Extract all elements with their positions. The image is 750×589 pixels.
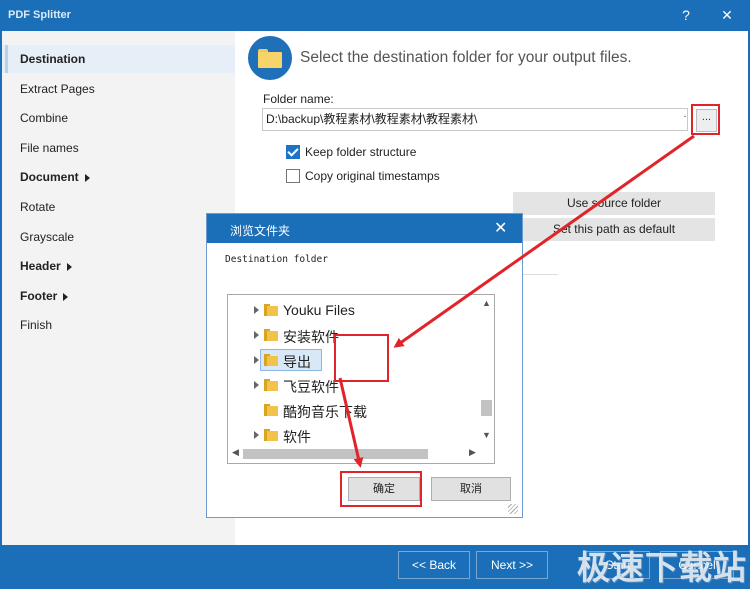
folder-icon bbox=[264, 354, 278, 366]
folder-icon bbox=[248, 36, 292, 80]
folder-name-label: Folder name: bbox=[263, 92, 334, 106]
sidebar-item-document[interactable]: Document bbox=[2, 163, 235, 191]
path-dot-button[interactable]: . bbox=[680, 108, 690, 129]
sidebar-item-label: Document bbox=[20, 170, 79, 184]
tree-item-label: 飞豆软件 bbox=[283, 379, 339, 395]
sidebar-item-finish[interactable]: Finish bbox=[2, 311, 235, 339]
scrollbar-thumb[interactable] bbox=[481, 400, 492, 416]
scroll-right-icon[interactable]: ▶ bbox=[469, 447, 476, 458]
checkbox-checked-icon[interactable] bbox=[286, 145, 300, 159]
sidebar-item-rotate[interactable]: Rotate bbox=[2, 193, 235, 221]
folder-path-field[interactable] bbox=[262, 108, 688, 131]
dialog-title: 浏览文件夹 bbox=[230, 224, 291, 238]
sidebar-item-combine[interactable]: Combine bbox=[2, 104, 235, 132]
window-title: PDF Splitter bbox=[8, 9, 71, 21]
folder-path-input[interactable] bbox=[266, 111, 681, 125]
vertical-scrollbar[interactable]: ▲ ▼ bbox=[479, 296, 494, 446]
dialog-cancel-button[interactable]: 取消 bbox=[431, 477, 511, 501]
sidebar-item-label: Finish bbox=[20, 318, 53, 332]
chevron-right-icon bbox=[66, 262, 72, 271]
sidebar-item-label: Combine bbox=[20, 111, 69, 125]
dialog-label: Destination folder bbox=[225, 254, 328, 265]
folder-icon bbox=[264, 379, 278, 391]
dialog-titlebar: 浏览文件夹 ✕ bbox=[207, 214, 522, 243]
folder-icon bbox=[264, 404, 278, 416]
chevron-right-icon bbox=[63, 292, 69, 301]
annotation-box-selected-folder bbox=[334, 334, 389, 382]
keep-folder-structure-label: Keep folder structure bbox=[305, 145, 417, 159]
help-button[interactable]: ? bbox=[676, 5, 696, 25]
scrollbar-thumb[interactable] bbox=[243, 449, 428, 459]
scroll-left-icon[interactable]: ◀ bbox=[232, 447, 239, 458]
expand-arrow-icon[interactable] bbox=[254, 356, 259, 364]
sidebar-item-footer[interactable]: Footer bbox=[2, 282, 235, 310]
set-default-path-button[interactable]: Set this path as default bbox=[513, 218, 715, 241]
use-source-folder-button[interactable]: Use source folder bbox=[513, 192, 715, 215]
sidebar-item-header[interactable]: Header bbox=[2, 252, 235, 280]
window-titlebar: PDF Splitter ? ✕ bbox=[0, 0, 750, 31]
sidebar-item-label: Rotate bbox=[20, 200, 56, 214]
page-heading: Select the destination folder for your o… bbox=[300, 49, 632, 66]
sidebar-item-label: Header bbox=[20, 259, 61, 273]
next-button[interactable]: Next >> bbox=[476, 551, 548, 579]
scroll-down-icon[interactable]: ▼ bbox=[482, 430, 491, 440]
expand-arrow-icon[interactable] bbox=[254, 331, 259, 339]
horizontal-scrollbar[interactable]: ◀ ▶ bbox=[229, 446, 479, 461]
sidebar-item-label: Grayscale bbox=[20, 230, 75, 244]
divider bbox=[520, 274, 558, 275]
copy-timestamps-label: Copy original timestamps bbox=[305, 169, 440, 183]
expand-arrow-icon[interactable] bbox=[254, 306, 259, 314]
folder-icon bbox=[264, 304, 278, 316]
back-button[interactable]: << Back bbox=[398, 551, 470, 579]
dialog-close-icon[interactable]: ✕ bbox=[494, 218, 507, 238]
sidebar-item-grayscale[interactable]: Grayscale bbox=[2, 223, 235, 251]
browse-button-highlight: ... bbox=[691, 104, 720, 135]
watermark-text: 极速下载站 bbox=[577, 549, 747, 586]
sidebar-item-label: Extract Pages bbox=[20, 82, 95, 96]
sidebar: Destination Extract Pages Combine File n… bbox=[2, 31, 235, 545]
tree-item-label: Youku Files bbox=[283, 302, 355, 318]
close-button[interactable]: ✕ bbox=[717, 5, 737, 25]
resize-grip-icon[interactable] bbox=[508, 504, 518, 514]
expand-arrow-icon[interactable] bbox=[254, 431, 259, 439]
checkbox-unchecked-icon[interactable] bbox=[286, 169, 300, 183]
chevron-right-icon bbox=[84, 173, 90, 182]
folder-icon bbox=[264, 429, 278, 441]
scroll-up-icon[interactable]: ▲ bbox=[482, 298, 491, 308]
tree-item-label: 导出 bbox=[283, 354, 311, 370]
annotation-box-ok bbox=[340, 471, 422, 507]
expand-arrow-icon[interactable] bbox=[254, 381, 259, 389]
sidebar-item-label: Destination bbox=[20, 52, 86, 66]
tree-item-label: 酷狗音乐下载 bbox=[283, 404, 367, 420]
folder-icon bbox=[264, 329, 278, 341]
sidebar-item-destination[interactable]: Destination bbox=[2, 45, 235, 73]
sidebar-item-extract-pages[interactable]: Extract Pages bbox=[2, 75, 235, 103]
sidebar-item-label: Footer bbox=[20, 289, 58, 303]
sidebar-item-file-names[interactable]: File names bbox=[2, 134, 235, 162]
tree-item-label: 软件 bbox=[283, 429, 311, 445]
tree-item-label: 安装软件 bbox=[283, 329, 339, 345]
browse-button[interactable]: ... bbox=[696, 109, 717, 132]
sidebar-item-label: File names bbox=[20, 141, 79, 155]
